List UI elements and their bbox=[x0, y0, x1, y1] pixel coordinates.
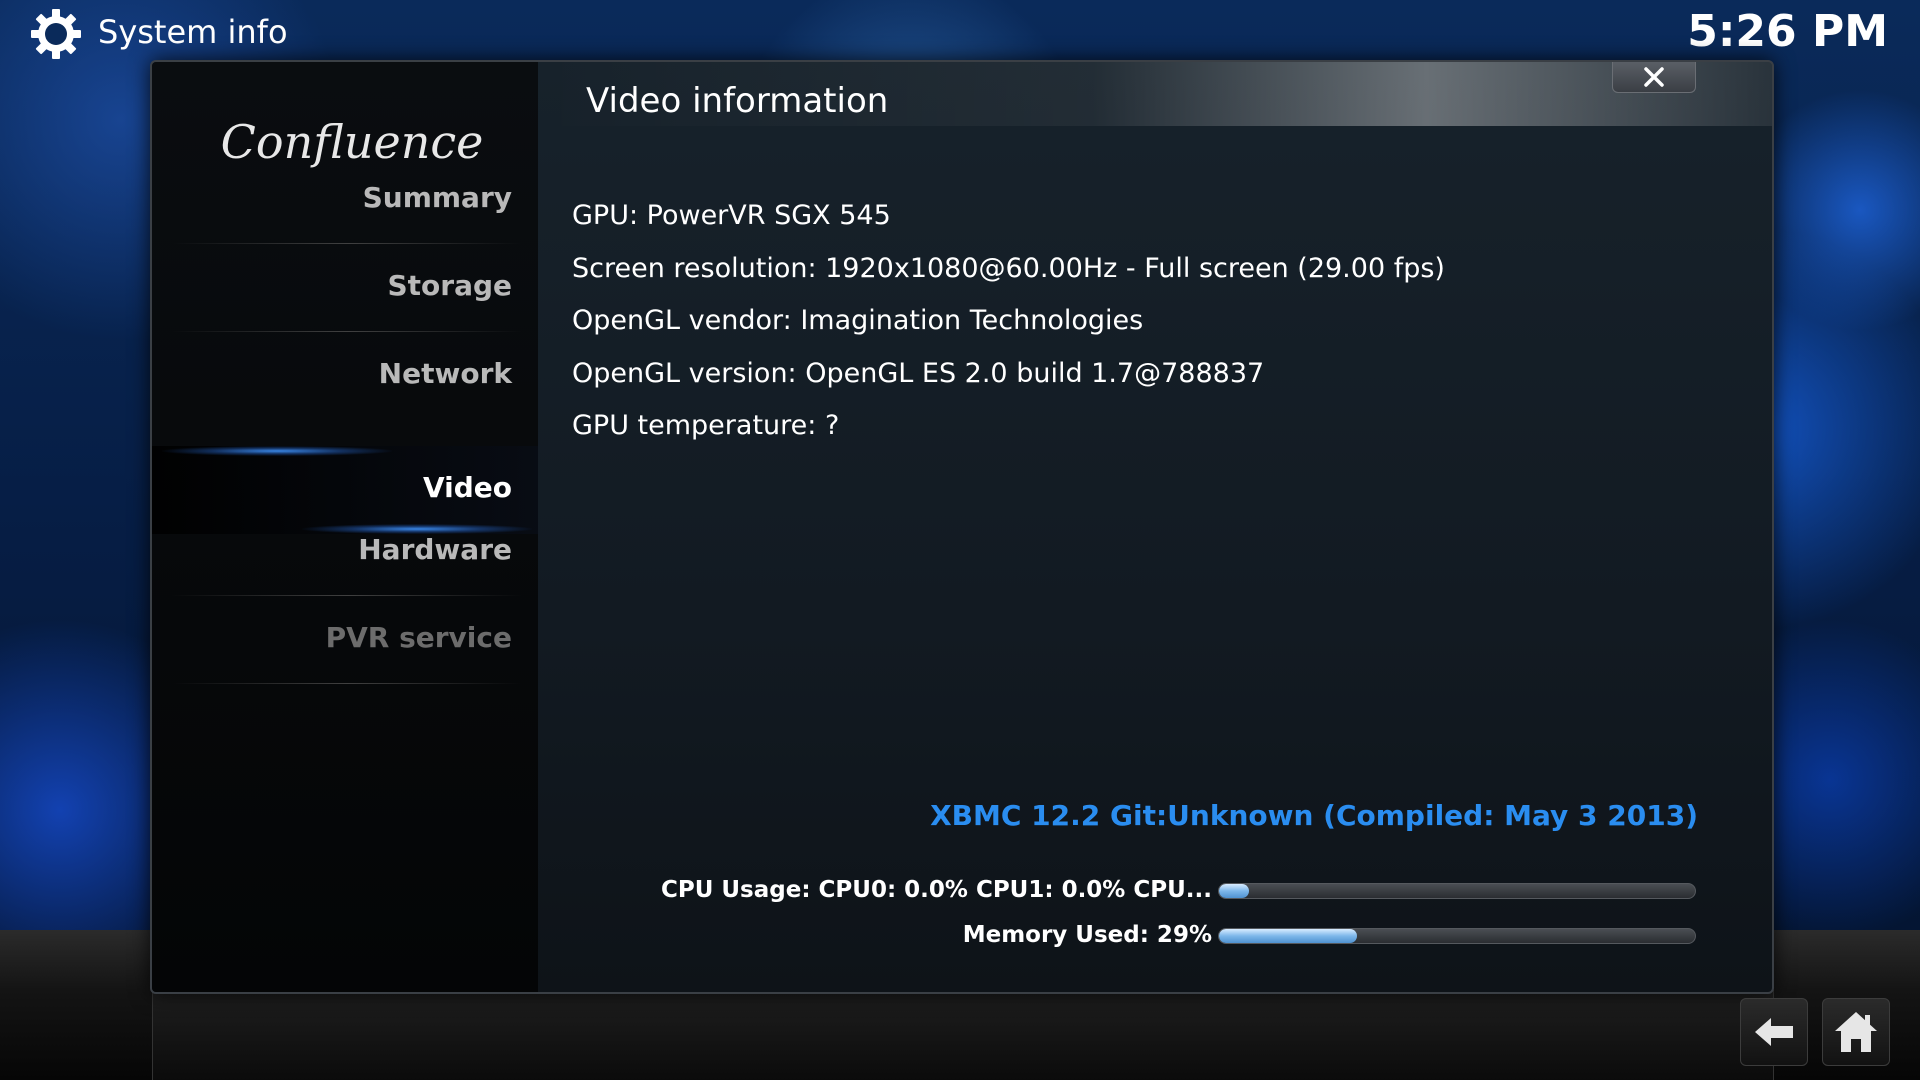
sidebar-item-label: PVR service bbox=[325, 621, 512, 654]
clock: 5:26 PM bbox=[1687, 6, 1888, 57]
bottom-bar bbox=[152, 990, 1774, 1080]
sidebar-item-label: Summary bbox=[362, 181, 512, 214]
sidebar-item-storage[interactable]: Storage bbox=[152, 244, 538, 332]
page-title: Video information bbox=[586, 81, 889, 121]
home-icon bbox=[1835, 1012, 1877, 1052]
close-icon bbox=[1644, 67, 1664, 87]
memory-used-label: Memory Used: 29% bbox=[962, 922, 1212, 948]
home-button[interactable] bbox=[1822, 998, 1890, 1066]
info-gpu-temperature: GPU temperature: ? bbox=[572, 410, 840, 441]
system-info-dialog: Confluence Summary Storage Network Video… bbox=[150, 60, 1774, 994]
back-button[interactable] bbox=[1740, 998, 1808, 1066]
sidebar-item-summary[interactable]: Summary bbox=[152, 156, 538, 244]
selection-glow bbox=[162, 446, 392, 456]
gear-icon bbox=[31, 9, 81, 59]
sidebar-item-pvr-service[interactable]: PVR service bbox=[152, 596, 538, 684]
info-opengl-vendor: OpenGL vendor: Imagination Technologies bbox=[572, 305, 1144, 336]
sidebar-item-label: Hardware bbox=[358, 533, 512, 566]
info-screen-resolution: Screen resolution: 1920x1080@60.00Hz - F… bbox=[572, 253, 1445, 284]
sidebar-item-label: Video bbox=[422, 471, 512, 504]
close-button[interactable] bbox=[1612, 62, 1696, 93]
sidebar: Confluence Summary Storage Network Video… bbox=[152, 62, 538, 992]
info-opengl-version: OpenGL version: OpenGL ES 2.0 build 1.7@… bbox=[572, 358, 1265, 389]
cpu-usage-label: CPU Usage: CPU0: 0.0% CPU1: 0.0% CPU... bbox=[660, 877, 1212, 903]
sidebar-item-hardware[interactable]: Hardware bbox=[152, 508, 538, 596]
system-info-screen: System info 5:26 PM Confluence Summary S… bbox=[0, 0, 1920, 1080]
sidebar-item-network[interactable]: Network bbox=[152, 332, 538, 420]
memory-used-bar bbox=[1218, 928, 1696, 944]
divider bbox=[172, 683, 522, 684]
back-arrow-icon bbox=[1755, 1018, 1793, 1046]
memory-used-fill bbox=[1219, 929, 1357, 943]
version-label: XBMC 12.2 Git:Unknown (Compiled: May 3 2… bbox=[930, 799, 1698, 832]
cpu-usage-fill bbox=[1219, 884, 1249, 898]
sidebar-item-label: Network bbox=[378, 357, 512, 390]
sidebar-item-label: Storage bbox=[387, 269, 512, 302]
window-title: System info bbox=[98, 13, 288, 51]
cpu-usage-bar bbox=[1218, 883, 1696, 899]
info-gpu: GPU: PowerVR SGX 545 bbox=[572, 200, 891, 231]
